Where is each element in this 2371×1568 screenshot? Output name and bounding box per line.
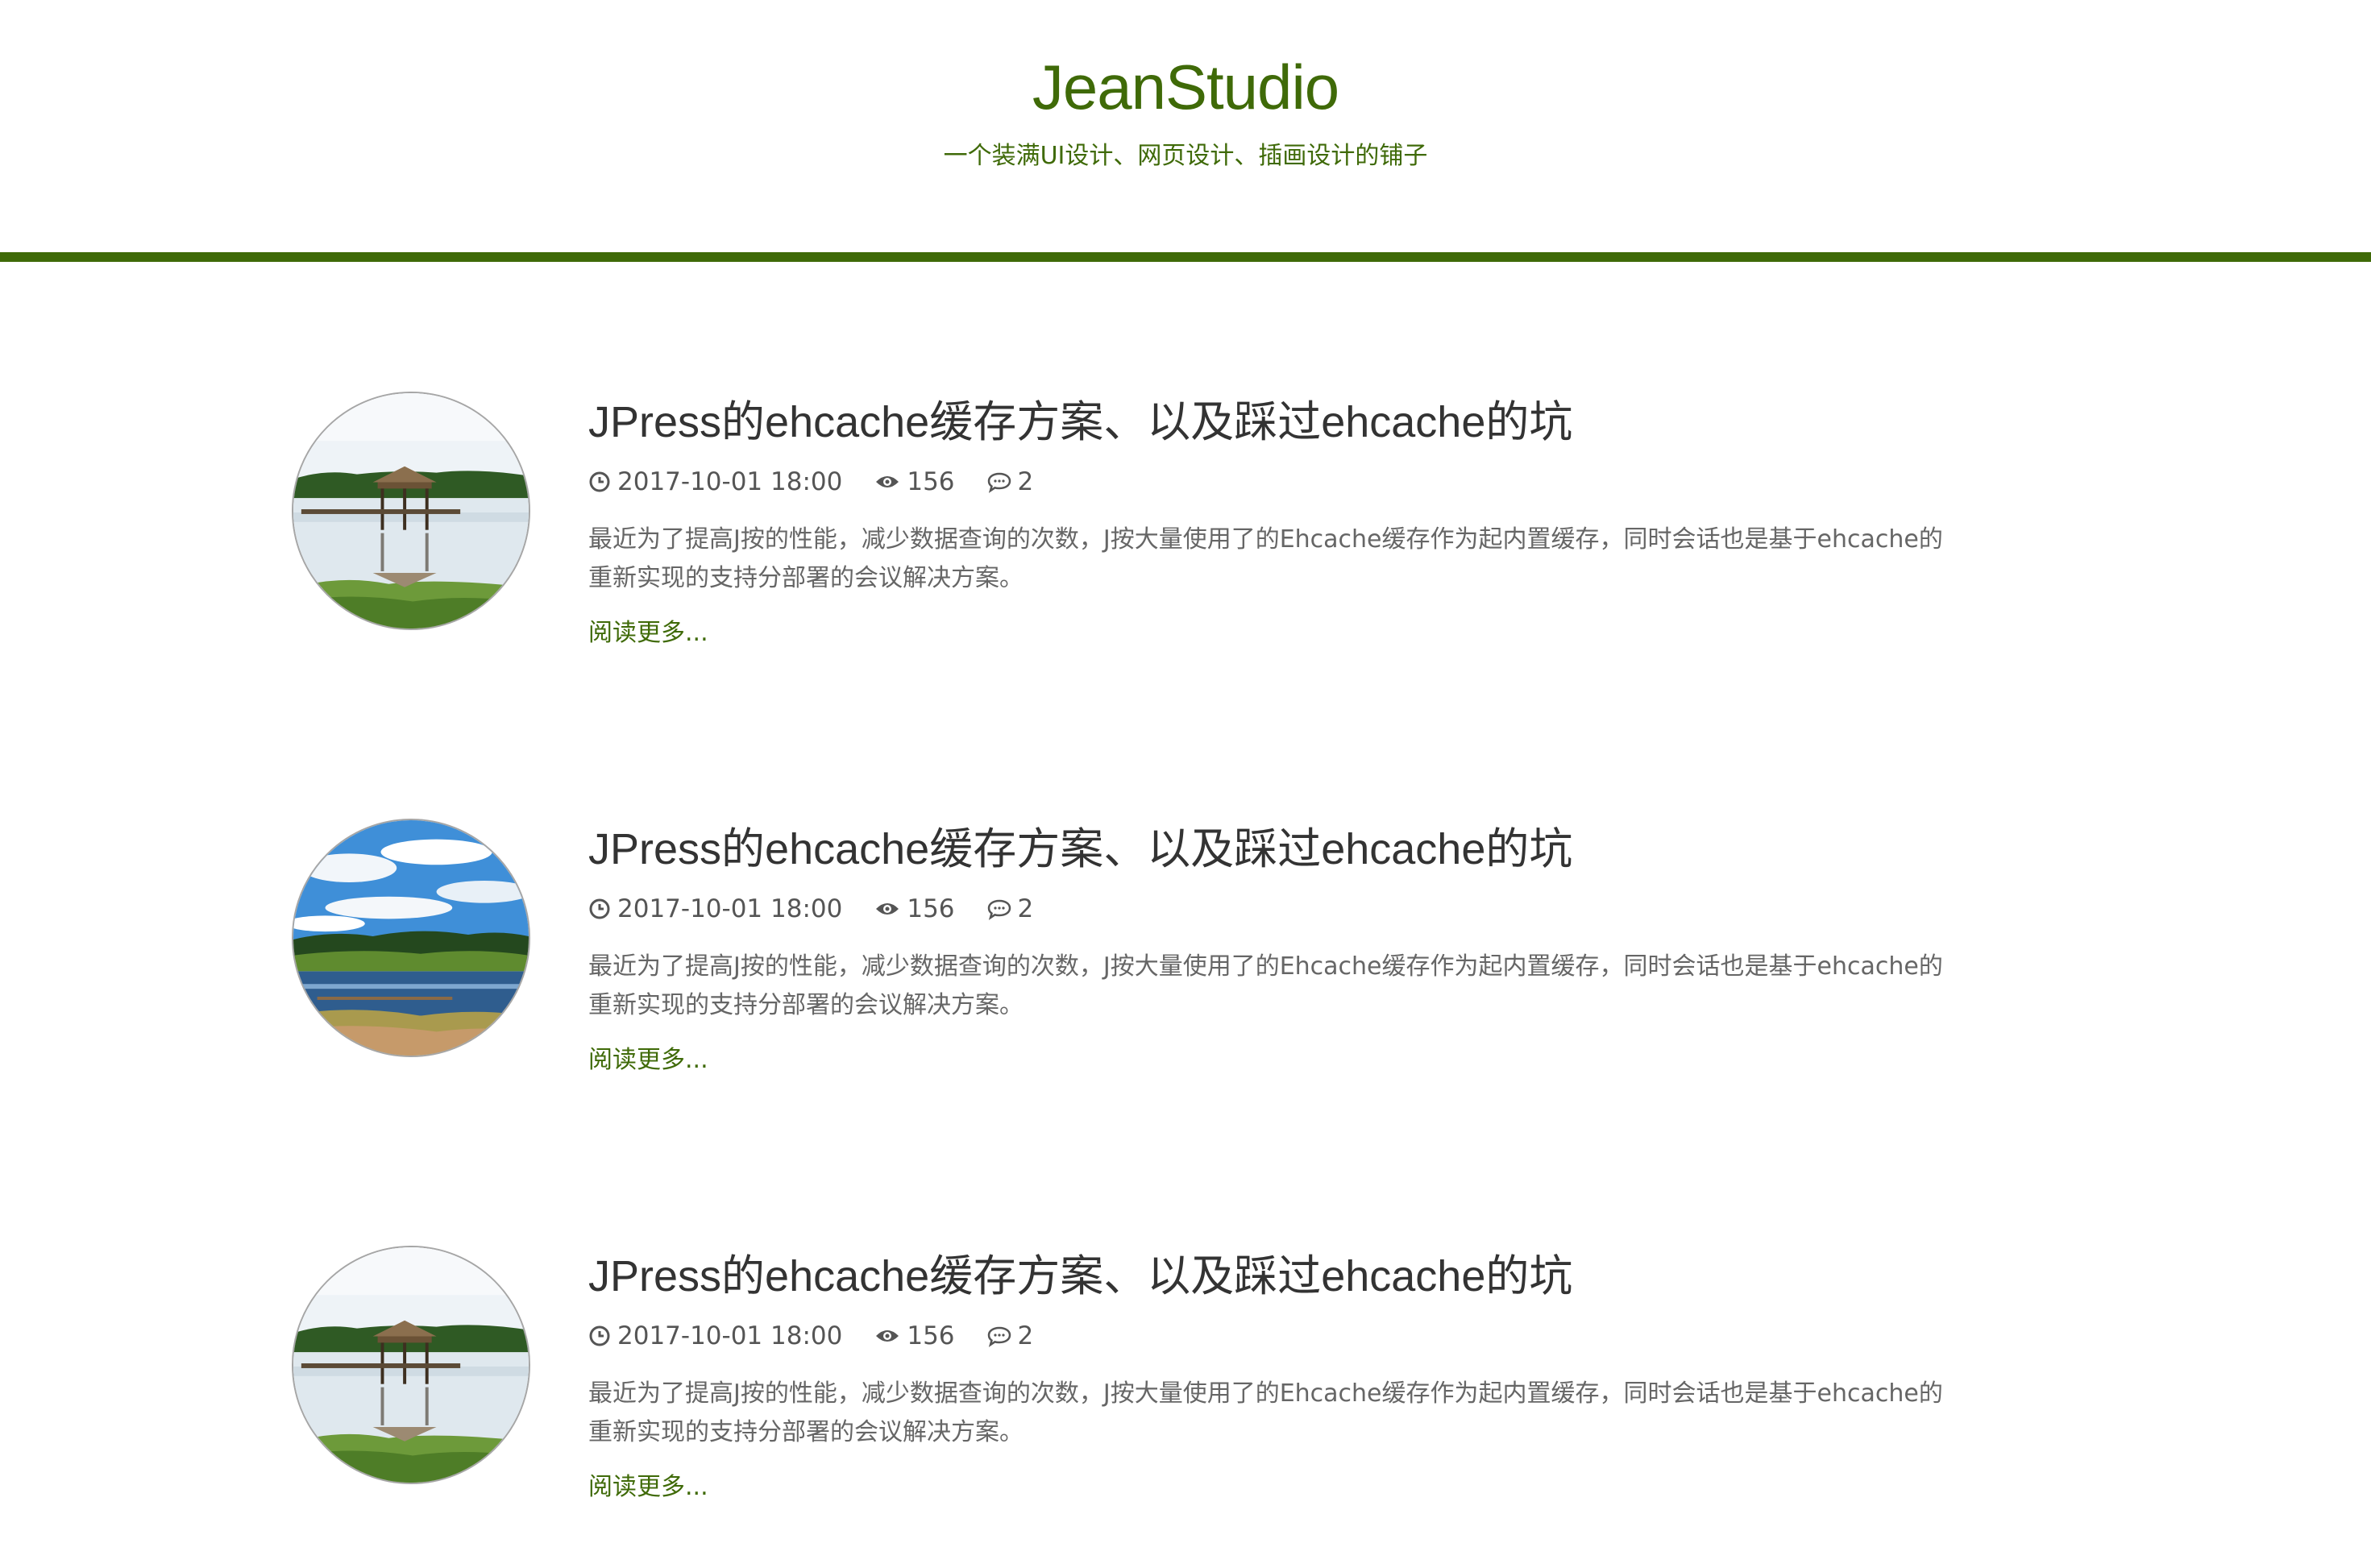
site-title[interactable]: JeanStudio bbox=[0, 47, 2371, 127]
post-thumbnail[interactable] bbox=[292, 819, 530, 1057]
header-divider bbox=[0, 252, 2371, 262]
post-meta: 2017-10-01 18:00 156 2 bbox=[588, 1318, 1065, 1354]
post-meta: 2017-10-01 18:00 156 2 bbox=[588, 891, 1065, 927]
post-views: 156 bbox=[874, 891, 955, 927]
post-views-count: 156 bbox=[907, 467, 955, 496]
post-title[interactable]: JPress的ehcache缓存方案、以及踩过ehcache的坑 bbox=[588, 392, 1572, 453]
post-comments: 2 bbox=[987, 464, 1034, 500]
post-excerpt-line: 最近为了提高J按的性能，减少数据查询的次数，J按大量使用了的Ehcache缓存作… bbox=[588, 1379, 1943, 1408]
post-comments-count: 2 bbox=[1017, 894, 1034, 923]
post-item: JPress的ehcache缓存方案、以及踩过ehcache的坑 2017-10… bbox=[0, 392, 2371, 714]
gazebo-lake-image bbox=[293, 1247, 529, 1483]
post-title[interactable]: JPress的ehcache缓存方案、以及踩过ehcache的坑 bbox=[588, 819, 1572, 880]
comment-icon bbox=[987, 1326, 1011, 1347]
gazebo-lake-image bbox=[293, 393, 529, 628]
post-excerpt: 最近为了提高J按的性能，减少数据查询的次数，J按大量使用了的Ehcache缓存作… bbox=[588, 1375, 2039, 1452]
post-comments: 2 bbox=[987, 891, 1034, 927]
read-more-link[interactable]: 阅读更多... bbox=[588, 616, 708, 651]
post-excerpt-line: 最近为了提高J按的性能，减少数据查询的次数，J按大量使用了的Ehcache缓存作… bbox=[588, 525, 1943, 554]
post-comments-count: 2 bbox=[1017, 1321, 1034, 1350]
eye-icon bbox=[876, 903, 899, 915]
site-header: JeanStudio 一个装满UI设计、网页设计、插画设计的铺子 bbox=[0, 0, 2371, 252]
post-item: JPress的ehcache缓存方案、以及踩过ehcache的坑 2017-10… bbox=[0, 819, 2371, 1141]
clock-icon bbox=[589, 471, 610, 492]
clock-icon bbox=[589, 898, 610, 919]
read-more-link[interactable]: 阅读更多... bbox=[588, 1470, 708, 1505]
post-comments-count: 2 bbox=[1017, 467, 1034, 496]
post-date-text: 2017-10-01 18:00 bbox=[617, 894, 843, 923]
post-date-text: 2017-10-01 18:00 bbox=[617, 1321, 843, 1350]
lake-sky-image bbox=[293, 820, 529, 1056]
post-meta: 2017-10-01 18:00 156 2 bbox=[588, 464, 1065, 500]
eye-icon bbox=[876, 1330, 899, 1342]
post-item: JPress的ehcache缓存方案、以及踩过ehcache的坑 2017-10… bbox=[0, 1246, 2371, 1568]
post-excerpt: 最近为了提高J按的性能，减少数据查询的次数，J按大量使用了的Ehcache缓存作… bbox=[588, 948, 2039, 1025]
clock-icon bbox=[589, 1325, 610, 1346]
eye-icon bbox=[876, 476, 899, 487]
post-thumbnail[interactable] bbox=[292, 1246, 530, 1484]
post-date: 2017-10-01 18:00 bbox=[588, 891, 842, 927]
post-date: 2017-10-01 18:00 bbox=[588, 464, 842, 500]
post-excerpt-line: 重新实现的支持分部署的会议解决方案。 bbox=[588, 991, 1024, 1019]
post-excerpt-line: 最近为了提高J按的性能，减少数据查询的次数，J按大量使用了的Ehcache缓存作… bbox=[588, 952, 1943, 981]
comment-icon bbox=[987, 472, 1011, 493]
post-views-count: 156 bbox=[907, 1321, 955, 1350]
post-excerpt-line: 重新实现的支持分部署的会议解决方案。 bbox=[588, 1418, 1024, 1446]
site-subtitle: 一个装满UI设计、网页设计、插画设计的铺子 bbox=[943, 142, 1428, 170]
post-comments: 2 bbox=[987, 1318, 1034, 1354]
post-excerpt-line: 重新实现的支持分部署的会议解决方案。 bbox=[588, 564, 1024, 592]
read-more-link[interactable]: 阅读更多... bbox=[588, 1043, 708, 1078]
post-date-text: 2017-10-01 18:00 bbox=[617, 467, 843, 496]
post-views: 156 bbox=[874, 464, 955, 500]
post-title[interactable]: JPress的ehcache缓存方案、以及踩过ehcache的坑 bbox=[588, 1246, 1572, 1307]
post-thumbnail[interactable] bbox=[292, 392, 530, 630]
post-date: 2017-10-01 18:00 bbox=[588, 1318, 842, 1354]
post-views: 156 bbox=[874, 1318, 955, 1354]
comment-icon bbox=[987, 899, 1011, 920]
post-views-count: 156 bbox=[907, 894, 955, 923]
post-excerpt: 最近为了提高J按的性能，减少数据查询的次数，J按大量使用了的Ehcache缓存作… bbox=[588, 521, 2039, 598]
